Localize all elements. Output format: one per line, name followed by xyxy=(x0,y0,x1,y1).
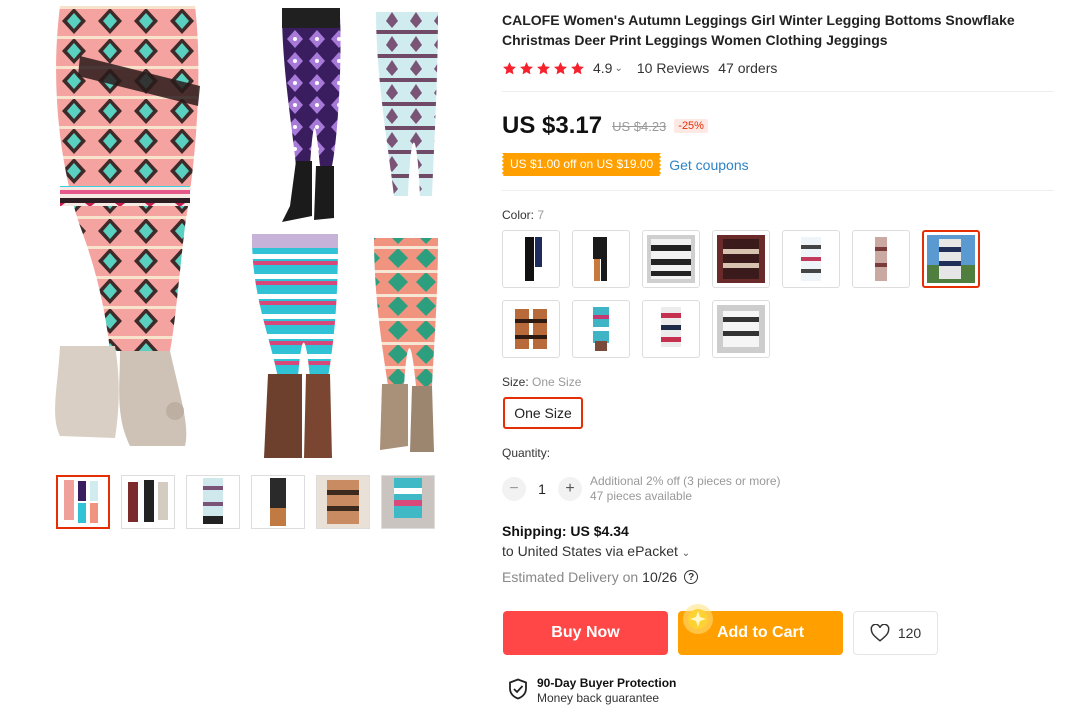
buyer-protection: 90-Day Buyer Protection Money back guara… xyxy=(508,676,676,706)
star-icon xyxy=(571,61,584,74)
add-to-cart-button[interactable]: Add to Cart xyxy=(678,604,843,655)
thumbnail-2[interactable] xyxy=(121,475,175,529)
color-swatch-8[interactable] xyxy=(502,300,560,358)
color-swatch-7[interactable] xyxy=(922,230,980,288)
color-swatches xyxy=(502,230,1002,358)
color-swatch-11[interactable] xyxy=(712,300,770,358)
quantity-label: Quantity: xyxy=(502,446,551,460)
color-label: Color: 7 xyxy=(502,208,544,222)
heart-icon xyxy=(870,624,890,642)
add-to-cart-label[interactable]: Add to Cart xyxy=(717,624,804,642)
rating-row: 4.9 ⌄ 10 Reviews 47 orders xyxy=(502,60,777,76)
color-swatch-9[interactable] xyxy=(572,300,630,358)
color-swatch-3[interactable] xyxy=(642,230,700,288)
shipping-destination-text[interactable]: to United States via ePacket xyxy=(502,543,678,559)
quantity-decrease-button[interactable]: − xyxy=(502,477,526,501)
thumbnail-3[interactable] xyxy=(186,475,240,529)
shipping-destination[interactable]: to United States via ePacket ⌄ xyxy=(502,543,690,559)
divider xyxy=(502,91,1054,92)
color-label-text: Color: xyxy=(502,208,535,222)
help-circle-icon[interactable]: ? xyxy=(684,570,699,584)
color-swatch-4[interactable] xyxy=(712,230,770,288)
star-rating xyxy=(502,61,585,76)
delivery-label: Estimated Delivery on xyxy=(502,569,639,585)
wishlist-button[interactable]: 120 xyxy=(853,611,938,655)
chevron-down-icon[interactable]: ⌄ xyxy=(682,548,690,559)
color-swatch-10[interactable] xyxy=(642,300,700,358)
quantity-info: Additional 2% off (3 pieces or more) 47 … xyxy=(590,474,781,504)
color-swatch-5[interactable] xyxy=(782,230,840,288)
size-selected-value: One Size xyxy=(532,375,582,389)
rating-value[interactable]: 4.9 xyxy=(593,60,612,76)
size-option-one-size[interactable]: One Size xyxy=(503,397,583,429)
thumbnail-4[interactable] xyxy=(251,475,305,529)
wishlist-count: 120 xyxy=(897,625,922,641)
thumbnail-1[interactable] xyxy=(56,475,110,529)
size-label-text: Size: xyxy=(502,375,529,389)
quantity-increase-button[interactable]: + xyxy=(558,477,582,501)
star-icon xyxy=(503,61,516,74)
color-swatch-1[interactable] xyxy=(502,230,560,288)
sparkle-icon xyxy=(683,604,713,634)
quantity-stepper: − 1 + Additional 2% off (3 pieces or mor… xyxy=(502,474,781,504)
coupon-badge[interactable]: US $1.00 off on US $19.00 xyxy=(502,153,662,176)
color-swatch-2[interactable] xyxy=(572,230,630,288)
product-title: CALOFE Women's Autumn Leggings Girl Wint… xyxy=(502,12,1015,48)
orders-count: 47 orders xyxy=(718,60,778,76)
reviews-link[interactable]: 10 Reviews xyxy=(637,60,709,76)
color-swatch-6[interactable] xyxy=(852,230,910,288)
available-stock-text: 47 pieces available xyxy=(590,489,693,503)
thumbnail-5[interactable] xyxy=(316,475,370,529)
bulk-discount-text: Additional 2% off (3 pieces or more) xyxy=(590,474,781,488)
shield-check-icon xyxy=(509,678,527,700)
get-coupons-link[interactable]: Get coupons xyxy=(669,157,748,173)
thumbnail-6[interactable] xyxy=(381,475,435,529)
estimated-delivery: Estimated Delivery on 10/26 ? xyxy=(502,569,699,585)
buy-now-button[interactable]: Buy Now xyxy=(503,611,668,655)
color-selected-value: 7 xyxy=(537,208,545,222)
discount-badge: -25% xyxy=(674,119,708,133)
main-product-image[interactable] xyxy=(20,6,452,462)
star-icon xyxy=(520,61,533,74)
coupon-row: US $1.00 off on US $19.00 Get coupons xyxy=(502,153,749,176)
price-row: US $3.17 US $4.23 -25% xyxy=(502,112,708,140)
star-icon xyxy=(554,61,567,74)
star-icon xyxy=(537,61,550,74)
protection-subtitle: Money back guarantee xyxy=(537,691,660,705)
divider xyxy=(502,190,1054,191)
shipping-cost: Shipping: US $4.34 xyxy=(502,523,629,539)
thumbnail-strip xyxy=(56,475,435,529)
protection-title: 90-Day Buyer Protection xyxy=(537,676,677,690)
current-price: US $3.17 xyxy=(502,112,603,139)
original-price: US $4.23 xyxy=(612,118,667,134)
chevron-down-icon[interactable]: ⌄ xyxy=(614,63,622,74)
delivery-date: 10/26 xyxy=(642,569,678,585)
quantity-value[interactable]: 1 xyxy=(526,481,558,497)
size-label: Size: One Size xyxy=(502,375,581,389)
